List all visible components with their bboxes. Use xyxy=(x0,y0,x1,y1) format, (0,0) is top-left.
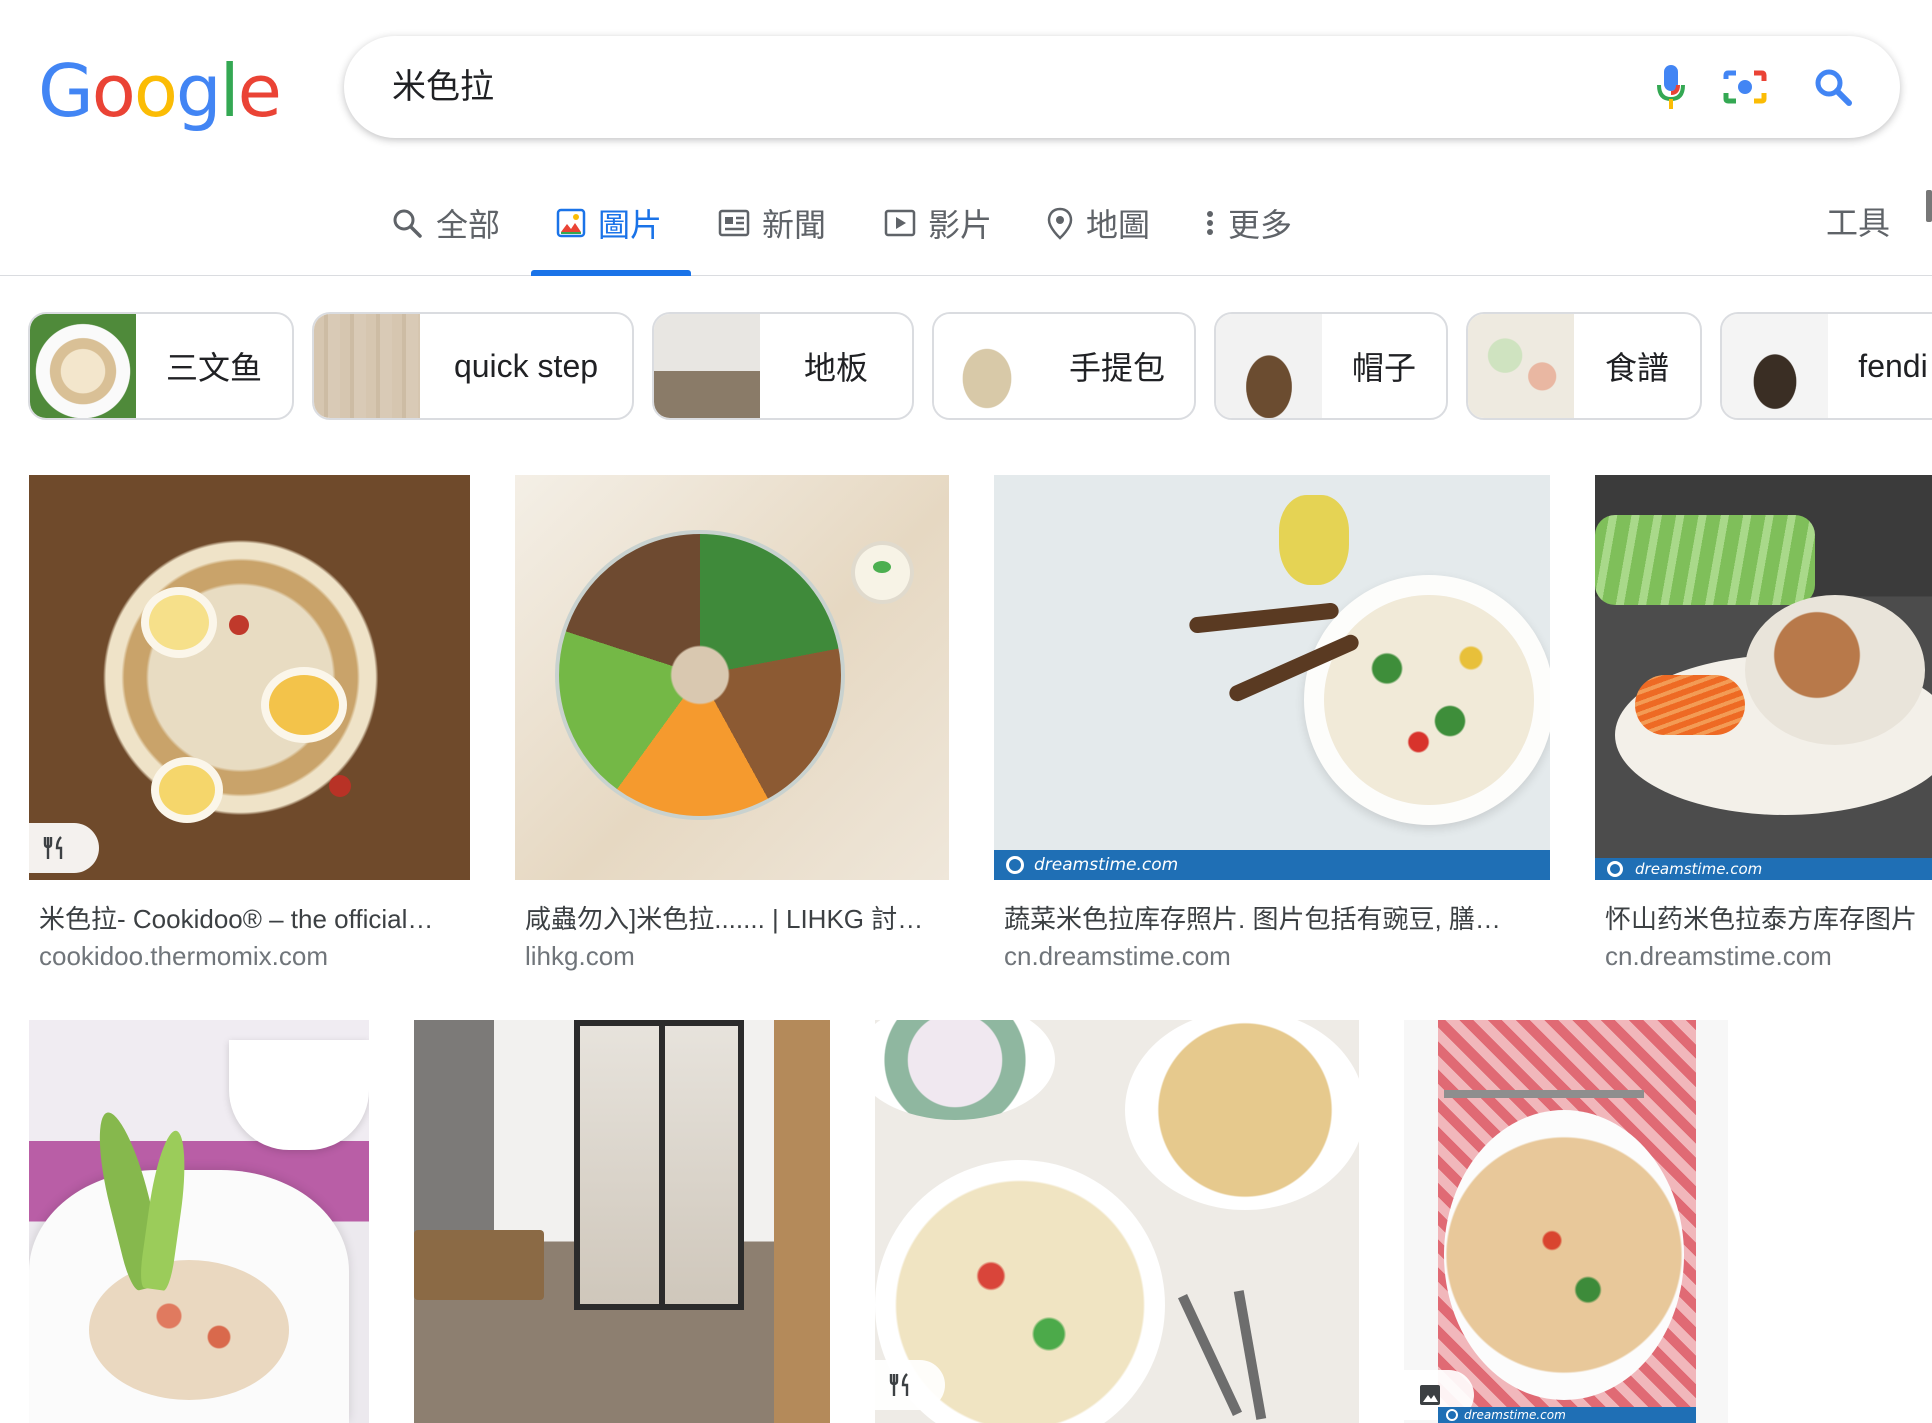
tab-all[interactable]: 全部 xyxy=(390,170,500,276)
result-title[interactable]: 咸蟲勿入]米色拉....... | LIHKG 討… xyxy=(525,899,949,936)
chip-recipe[interactable]: 食譜 xyxy=(1466,312,1702,420)
recipe-icon xyxy=(43,836,63,859)
logo-letter: l xyxy=(219,49,240,133)
result-image[interactable] xyxy=(515,475,949,880)
image-result[interactable] xyxy=(29,1020,369,1423)
map-pin-icon xyxy=(1047,207,1073,240)
chip-label: quick step xyxy=(453,347,599,384)
logo-letter: o xyxy=(91,49,136,133)
chip-thumbnail xyxy=(1216,314,1322,418)
recipe-badge xyxy=(875,1360,945,1410)
search-icon xyxy=(393,209,422,238)
result-site[interactable]: cn.dreamstime.com xyxy=(1605,941,1832,972)
image-result[interactable]: dreamstime.com xyxy=(1404,1020,1728,1423)
logo-letter: G xyxy=(38,49,94,133)
recipe-badge xyxy=(29,823,99,873)
news-icon xyxy=(718,209,750,237)
tab-label: 地圖 xyxy=(1086,207,1151,243)
logo-letter: e xyxy=(237,49,282,133)
chip-fendi[interactable]: fendi xyxy=(1720,312,1932,420)
watermark: dreamstime.com xyxy=(994,850,1550,880)
logo-letter: g xyxy=(175,49,222,133)
chip-thumbnail xyxy=(314,314,420,418)
chip-thumbnail xyxy=(1468,314,1574,418)
tab-news[interactable]: 新聞 xyxy=(718,170,826,276)
image-icon xyxy=(556,208,586,238)
result-image[interactable] xyxy=(875,1020,1359,1423)
result-site[interactable]: cn.dreamstime.com xyxy=(1004,941,1231,972)
search-input[interactable]: 米色拉 xyxy=(392,36,494,138)
tab-images[interactable]: 圖片 xyxy=(556,170,662,276)
camera-icon[interactable] xyxy=(1718,60,1772,114)
chip-thumbnail xyxy=(30,314,136,418)
tab-more[interactable]: 更多 xyxy=(1204,170,1292,276)
result-title[interactable]: 怀山药米色拉泰方库存图片 xyxy=(1605,899,1932,936)
result-title[interactable]: 蔬菜米色拉库存照片. 图片包括有豌豆, 膳… xyxy=(1004,899,1550,936)
search-nav-tabs: 全部 圖片 新聞 影片 地圖 更多 工具 xyxy=(0,170,1932,276)
chip-label: 手提包 xyxy=(1068,350,1165,386)
image-result[interactable]: dreamstime.com 怀山药米色拉泰方库存图片 cn.dreamstim… xyxy=(1595,475,1932,975)
chip-thumbnail xyxy=(934,314,1040,418)
chip-label: 三文鱼 xyxy=(165,350,262,386)
watermark-logo-icon xyxy=(1607,861,1623,877)
chip-salmon[interactable]: 三文鱼 xyxy=(28,312,294,420)
watermark-logo-icon xyxy=(1446,1409,1458,1421)
chip-handbag[interactable]: 手提包 xyxy=(932,312,1196,420)
tab-label: 更多 xyxy=(1228,207,1293,243)
watermark-logo-icon xyxy=(1006,856,1024,874)
tab-label: 新聞 xyxy=(762,207,827,243)
mic-icon[interactable] xyxy=(1644,60,1698,114)
image-icon xyxy=(1420,1385,1440,1405)
image-result[interactable] xyxy=(414,1020,830,1423)
watermark-text: dreamstime.com xyxy=(1464,1408,1566,1422)
image-result[interactable] xyxy=(875,1020,1359,1423)
logo-letter: o xyxy=(133,49,178,133)
chip-flooring[interactable]: 地板 xyxy=(652,312,914,420)
image-result[interactable]: 米色拉- Cookidoo® – the official… cookidoo.… xyxy=(29,475,470,975)
result-image[interactable] xyxy=(29,1020,369,1423)
recipe-icon xyxy=(889,1373,909,1396)
chip-label: 食譜 xyxy=(1604,350,1669,386)
watermark: dreamstime.com xyxy=(1595,858,1932,880)
chip-quick-step[interactable]: quick step xyxy=(312,312,634,420)
scrollbar-thumb[interactable] xyxy=(1926,190,1932,222)
result-image[interactable] xyxy=(414,1020,830,1423)
chip-label: 地板 xyxy=(803,350,868,386)
tab-label: 影片 xyxy=(928,207,993,243)
watermark: dreamstime.com xyxy=(1438,1407,1696,1423)
video-icon xyxy=(884,209,916,237)
related-search-chips: 三文鱼 quick step 地板 手提包 帽子 食譜 fendi xyxy=(28,312,1932,422)
result-image[interactable]: dreamstime.com xyxy=(994,475,1550,880)
search-box[interactable]: 米色拉 xyxy=(344,36,1900,138)
chip-label: 帽子 xyxy=(1351,350,1416,386)
watermark-text: dreamstime.com xyxy=(1635,860,1763,878)
image-result[interactable]: dreamstime.com 蔬菜米色拉库存照片. 图片包括有豌豆, 膳… cn… xyxy=(994,475,1550,975)
chip-thumbnail xyxy=(654,314,760,418)
chip-hat[interactable]: 帽子 xyxy=(1214,312,1448,420)
chip-thumbnail xyxy=(1722,314,1828,418)
chip-label: fendi xyxy=(1858,347,1928,384)
tab-label: 全部 xyxy=(436,207,501,243)
tab-videos[interactable]: 影片 xyxy=(884,170,992,276)
result-image[interactable]: dreamstime.com xyxy=(1404,1020,1728,1423)
result-title[interactable]: 米色拉- Cookidoo® – the official… xyxy=(39,899,470,936)
tab-label: 圖片 xyxy=(598,207,663,243)
more-vert-icon xyxy=(1207,211,1213,235)
active-tab-indicator xyxy=(531,270,691,276)
search-icon[interactable] xyxy=(1806,60,1860,114)
watermark-text: dreamstime.com xyxy=(1034,855,1179,875)
result-site[interactable]: cookidoo.thermomix.com xyxy=(39,941,328,972)
result-site[interactable]: lihkg.com xyxy=(525,941,635,972)
result-image[interactable] xyxy=(29,475,470,880)
tools-button[interactable]: 工具 xyxy=(1826,170,1890,276)
google-logo[interactable]: Google xyxy=(38,49,282,133)
tab-maps[interactable]: 地圖 xyxy=(1046,170,1150,276)
result-image[interactable]: dreamstime.com xyxy=(1595,475,1932,880)
image-result[interactable]: 咸蟲勿入]米色拉....... | LIHKG 討… lihkg.com xyxy=(515,475,949,975)
